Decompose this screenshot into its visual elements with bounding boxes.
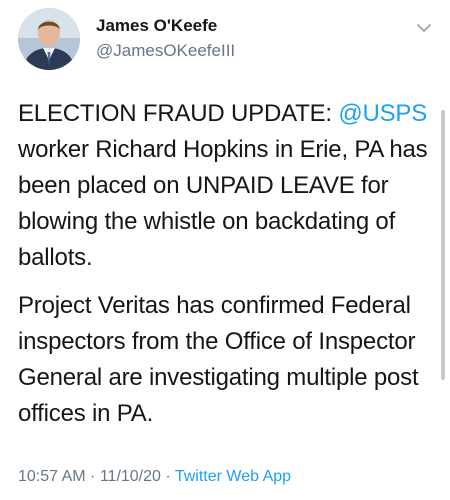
chevron-down-icon[interactable] bbox=[414, 20, 434, 36]
tweet-text: ELECTION FRAUD UPDATE: @USPS worker Rich… bbox=[18, 96, 438, 432]
tweet-header: James O'Keefe @JamesOKeefeIII bbox=[0, 0, 450, 84]
author-handle[interactable]: @JamesOKeefeIII bbox=[96, 41, 235, 61]
tweet-time[interactable]: 10:57 AM bbox=[18, 468, 86, 485]
avatar[interactable] bbox=[18, 8, 80, 70]
scrollbar[interactable] bbox=[441, 110, 445, 380]
tweet-source-link[interactable]: Twitter Web App bbox=[175, 468, 291, 485]
tweet-date[interactable]: 11/10/20 bbox=[100, 468, 161, 485]
tweet-meta: 10:57 AM · 11/10/20 · Twitter Web App bbox=[18, 468, 291, 486]
mention-link[interactable]: @USPS bbox=[338, 100, 427, 127]
tweet-paragraph: Project Veritas has confirmed Federal in… bbox=[18, 292, 419, 427]
tweet-paragraph: ELECTION FRAUD UPDATE: @USPS worker Rich… bbox=[18, 96, 438, 276]
author-name[interactable]: James O'Keefe bbox=[96, 16, 217, 36]
paragraph-text: ELECTION FRAUD UPDATE: bbox=[18, 100, 339, 127]
paragraph-text: worker Richard Hopkins in Erie, PA has b… bbox=[18, 136, 428, 271]
meta-separator: · bbox=[160, 468, 175, 485]
meta-separator: · bbox=[85, 468, 100, 485]
